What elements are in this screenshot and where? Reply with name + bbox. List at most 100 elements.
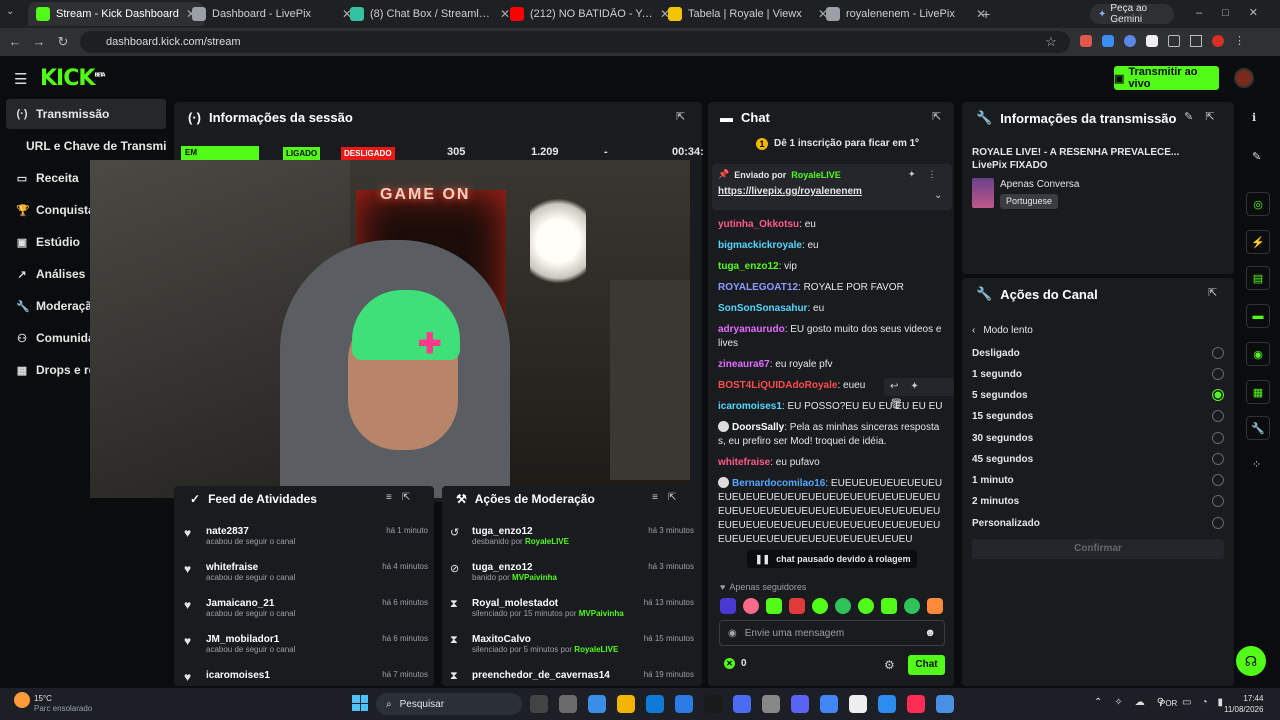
radio-button[interactable] xyxy=(1212,453,1224,465)
slow-mode-option[interactable]: Personalizado xyxy=(972,513,1224,533)
taskbar-app-icon[interactable] xyxy=(791,695,809,713)
broadcast-info-actions[interactable]: ✎⇱ xyxy=(1184,110,1226,123)
sidebar-item[interactable]: URL e Chave de Transmissão xyxy=(6,131,166,161)
feed-row[interactable]: ♥ whitefraise acabou de seguir o canal há 4… xyxy=(184,562,428,598)
chat-username[interactable]: icaromoises1 xyxy=(718,401,782,412)
moderation-row[interactable]: ⊘ tuga_enzo12 banido por MVPaivinha há 3 mi… xyxy=(450,562,694,598)
browser-tab[interactable]: Tabela | Royale | Viewx ✕ xyxy=(660,2,836,26)
chat-message[interactable]: DoorsSally: Pela as minhas sinceras resp… xyxy=(718,421,943,449)
weather-widget[interactable]: 15°C Parc ensolarado xyxy=(34,694,92,714)
taskbar-app-icon[interactable] xyxy=(588,695,606,713)
chat-message[interactable]: bigmackickroyale: eu xyxy=(718,239,943,253)
confirm-button[interactable]: Confirmar xyxy=(972,539,1224,559)
chat-message[interactable]: whitefraise: eu pufavo xyxy=(718,456,943,470)
taskbar-app-icon[interactable] xyxy=(617,695,635,713)
go-live-button[interactable]: ▣ Transmitir ao vivo xyxy=(1114,66,1219,90)
slow-mode-option[interactable]: Desligado xyxy=(972,343,1224,363)
profile-icon[interactable] xyxy=(1212,35,1224,47)
chat-message[interactable]: ROYALEGOAT12: ROYALE POR FAVOR xyxy=(718,281,943,295)
chat-message[interactable]: zineaura67: eu royale pfv xyxy=(718,358,943,372)
feed-row[interactable]: ♥ Jamaicano_21 acabou de seguir o canal há … xyxy=(184,598,428,634)
slow-mode-option[interactable]: 1 segundo xyxy=(972,364,1224,384)
slow-mode-option[interactable]: 45 segundos xyxy=(972,449,1224,469)
slow-mode-back[interactable]: ‹ Modo lento xyxy=(972,325,1033,336)
taskbar-app-icon[interactable] xyxy=(907,695,925,713)
extension-icon[interactable] xyxy=(1080,35,1092,47)
reading-list-icon[interactable] xyxy=(1190,35,1202,47)
support-headset-icon[interactable]: ☊ xyxy=(1236,646,1266,676)
chat-icon[interactable]: ▬ xyxy=(1246,304,1270,328)
new-tab-icon[interactable]: + xyxy=(982,6,990,22)
chat-username[interactable]: yutinha_Okkotsu xyxy=(718,219,799,230)
browser-tab[interactable]: (8) Chat Box / Streamlabs ✕ xyxy=(342,2,518,26)
chat-message[interactable]: yutinha_Okkotsu: eu xyxy=(718,218,943,232)
slow-mode-option[interactable]: 15 segundos xyxy=(972,406,1224,426)
emote-icon[interactable] xyxy=(904,598,920,614)
wrench-icon[interactable]: 🔧 xyxy=(1246,416,1270,440)
extension-icon[interactable] xyxy=(1146,35,1158,47)
menu-dots-icon[interactable]: ⋮ xyxy=(1234,35,1245,47)
slow-mode-option[interactable]: 5 segundos xyxy=(972,385,1224,405)
emote-icon[interactable] xyxy=(720,598,736,614)
taskbar-app-icon[interactable] xyxy=(675,695,693,713)
emote-icon[interactable] xyxy=(812,598,828,614)
chat-username[interactable]: tuga_enzo12 xyxy=(718,261,779,272)
chat-username[interactable]: adryanaurudo xyxy=(718,324,785,335)
chat-username[interactable]: bigmackickroyale xyxy=(718,240,802,251)
info-icon[interactable]: ℹ xyxy=(1252,111,1256,124)
taskbar-app-icon[interactable] xyxy=(704,695,722,713)
chat-paused-banner[interactable]: ❚❚ chat pausado devido à rolagem xyxy=(747,550,917,568)
taskbar-app-icon[interactable] xyxy=(936,695,954,713)
broadcast-icon[interactable]: ◉ xyxy=(1246,342,1270,366)
chat-settings-gear-icon[interactable]: ⚙ xyxy=(884,658,895,672)
kick-logo[interactable]: KICKBETA xyxy=(40,66,106,91)
moderation-row[interactable]: ⧗ MaxitoCalvo silenciado por 5 minutos por… xyxy=(450,634,694,670)
chat-message[interactable]: adryanaurudo: EU gosto muito dos seus vi… xyxy=(718,323,943,351)
edit-icon[interactable]: ✎ xyxy=(1252,150,1261,163)
radio-button[interactable] xyxy=(1212,432,1224,444)
chat-message[interactable]: Bernardocomilao16: EUEUEUEUEUEUEUEUEUEUE… xyxy=(718,477,943,547)
extension-icon[interactable] xyxy=(1124,35,1136,47)
message-actions[interactable]: ↩✦🗑 xyxy=(884,378,954,410)
chevron-down-icon[interactable]: ⌄ xyxy=(934,190,942,201)
taskbar-app-icon[interactable] xyxy=(646,695,664,713)
chat-popout-icon[interactable]: ⇱ xyxy=(932,110,941,123)
emote-icon[interactable] xyxy=(881,598,897,614)
show-desktop[interactable] xyxy=(1270,694,1276,714)
radio-button[interactable] xyxy=(1212,347,1224,359)
chat-input[interactable]: ◉ Envie uma mensagem ☻ xyxy=(719,620,945,646)
taskbar-app-icon[interactable] xyxy=(762,695,780,713)
chat-username[interactable]: ROYALEGOAT12 xyxy=(718,282,798,293)
moderation-actions[interactable]: ≡⇱ xyxy=(652,492,686,503)
feed-row[interactable]: ♥ nate2837 acabou de seguir o canal há 1 mi… xyxy=(184,526,428,562)
document-icon[interactable]: ▤ xyxy=(1246,266,1270,290)
tab-list-icon[interactable]: ⌄ xyxy=(6,6,22,22)
windows-start-icon[interactable] xyxy=(352,695,368,711)
layout-icon[interactable]: ▦ xyxy=(1246,380,1270,404)
feed-row[interactable]: ♥ JM_mobilador1 acabou de seguir o canal há… xyxy=(184,634,428,670)
slow-mode-option[interactable]: 30 segundos xyxy=(972,428,1224,448)
extension-icon[interactable] xyxy=(1102,35,1114,47)
chat-username[interactable]: whitefraise xyxy=(718,457,770,468)
send-chat-button[interactable]: Chat xyxy=(908,655,945,675)
hamburger-menu-icon[interactable]: ☰ xyxy=(14,70,27,88)
gemini-button[interactable]: ✦ Peça ao Gemini xyxy=(1090,3,1174,25)
radio-button[interactable] xyxy=(1212,410,1224,422)
radio-button[interactable] xyxy=(1212,474,1224,486)
chat-message[interactable]: tuga_enzo12: vip xyxy=(718,260,943,274)
emote-icon[interactable] xyxy=(858,598,874,614)
taskbar-app-icon[interactable] xyxy=(820,695,838,713)
window-controls[interactable]: –□✕ xyxy=(1196,6,1278,19)
browser-tab[interactable]: royalenenem - LivePix ✕ xyxy=(818,2,994,26)
taskbar-app-icon[interactable] xyxy=(849,695,867,713)
url-field[interactable]: dashboard.kick.com/stream xyxy=(80,31,1070,53)
clock[interactable]: 17:44 11/08/2026 xyxy=(1224,693,1263,715)
radio-button[interactable] xyxy=(1212,368,1224,380)
reload-icon[interactable]: ↻ xyxy=(54,33,72,51)
pinned-actions[interactable]: ✦⋮ xyxy=(908,169,949,180)
chat-username[interactable]: DoorsSally xyxy=(732,422,784,433)
pinned-link[interactable]: https://livepix.gg/royalenenem xyxy=(718,186,862,197)
taskbar-app-icon[interactable] xyxy=(878,695,896,713)
emote-icon[interactable] xyxy=(766,598,782,614)
radio-button[interactable] xyxy=(1212,517,1224,529)
